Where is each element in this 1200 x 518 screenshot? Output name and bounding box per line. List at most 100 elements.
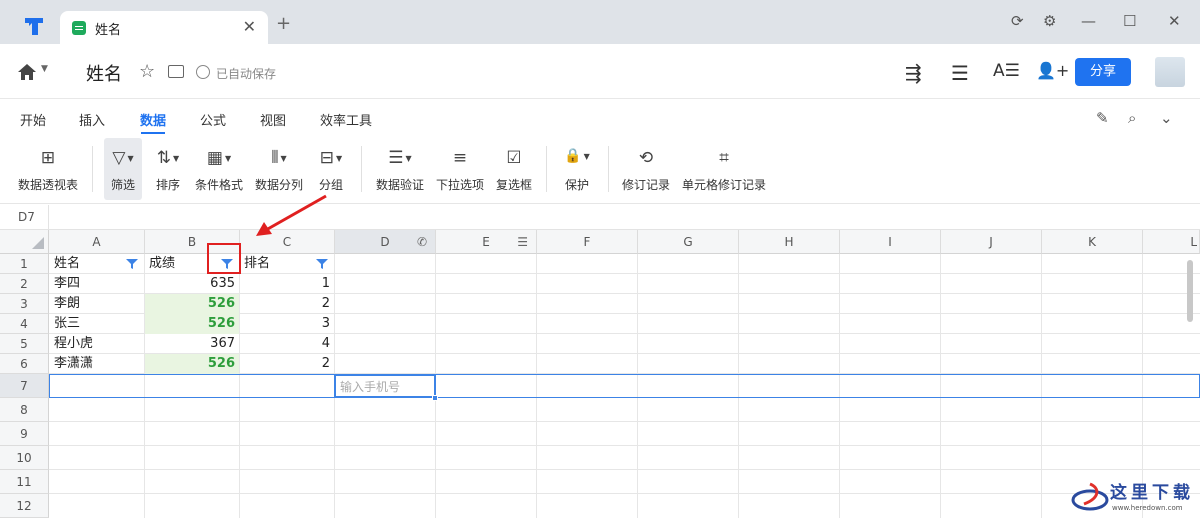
- checkbox-button[interactable]: ☑ 复选框: [493, 138, 535, 200]
- protect-button[interactable]: 🔒 ▼ 保护: [557, 138, 597, 200]
- tab-efficiency-tools[interactable]: 效率工具: [320, 110, 372, 129]
- share-button[interactable]: 分享: [1075, 58, 1131, 86]
- column-header-d[interactable]: D ✆: [335, 230, 436, 254]
- rank-cell[interactable]: 3: [240, 314, 334, 334]
- row-header-4[interactable]: 4: [0, 314, 49, 334]
- row-header-8[interactable]: 8: [0, 398, 49, 422]
- history-icon: ⟲: [638, 148, 654, 168]
- column-header-j[interactable]: J: [941, 230, 1042, 254]
- row-header-6[interactable]: 6: [0, 354, 49, 374]
- add-collaborator-icon[interactable]: 👤+: [1036, 61, 1069, 80]
- rank-cell[interactable]: 1: [240, 274, 334, 294]
- data-validation-button[interactable]: ☰ ▼ 数据验证: [372, 138, 428, 200]
- watermark: 这里下载 www.heredown.com: [1070, 476, 1195, 516]
- row-header-7[interactable]: 7: [0, 374, 49, 398]
- menu-icon[interactable]: ☰: [951, 61, 969, 85]
- tab-insert[interactable]: 插入: [79, 110, 105, 129]
- column-header-l[interactable]: L: [1143, 230, 1200, 254]
- name-cell[interactable]: 李四: [50, 274, 144, 294]
- active-cell[interactable]: 输入手机号: [334, 374, 436, 398]
- score-cell-highlighted[interactable]: 526: [145, 294, 239, 314]
- new-tab-button[interactable]: +: [276, 15, 291, 33]
- row-header-5[interactable]: 5: [0, 334, 49, 354]
- close-window-button[interactable]: ✕: [1168, 12, 1181, 30]
- spreadsheet-grid[interactable]: A B C D ✆ E ☰ F G H I J K L 1 2 3 4 5 6 …: [0, 230, 1200, 518]
- gridline: [49, 445, 1200, 446]
- name-cell[interactable]: 张三: [50, 314, 144, 334]
- row-header-11[interactable]: 11: [0, 470, 49, 494]
- move-to-folder-icon[interactable]: [168, 65, 184, 78]
- name-cell[interactable]: 程小虎: [50, 334, 144, 354]
- cell-reference[interactable]: D7: [18, 210, 35, 224]
- filter-icon[interactable]: [126, 258, 138, 270]
- pivot-table-button[interactable]: ⊞ 数据透视表: [14, 138, 82, 200]
- column-menu-icon[interactable]: ☰: [517, 230, 528, 254]
- dropdown-options-button[interactable]: ≡ 下拉选项: [433, 138, 487, 200]
- score-cell-highlighted[interactable]: 526: [145, 354, 239, 374]
- split-columns-icon: ⫴: [271, 148, 279, 168]
- row-header-1[interactable]: 1: [0, 254, 49, 274]
- search-icon[interactable]: ⌕: [1128, 109, 1136, 127]
- vertical-scrollbar[interactable]: [1187, 260, 1193, 322]
- filter-icon: ▽: [112, 148, 126, 168]
- revision-history-button[interactable]: ⟲ 修订记录: [619, 138, 673, 200]
- row-header-9[interactable]: 9: [0, 422, 49, 446]
- gear-icon[interactable]: ⚙: [1043, 12, 1056, 30]
- rank-cell[interactable]: 2: [240, 294, 334, 314]
- cell-revision-history-button[interactable]: ⌗ 单元格修订记录: [680, 138, 768, 200]
- row-header-12[interactable]: 12: [0, 494, 49, 518]
- rank-cell[interactable]: 4: [240, 334, 334, 354]
- column-header-g[interactable]: G: [638, 230, 739, 254]
- name-cell[interactable]: 李朗: [50, 294, 144, 314]
- watermark-logo: [1071, 482, 1109, 511]
- tab-view[interactable]: 视图: [260, 110, 286, 129]
- conditional-format-button[interactable]: ▦ ▼ 条件格式: [192, 138, 246, 200]
- maximize-button[interactable]: ☐: [1123, 12, 1136, 30]
- column-header-a[interactable]: A: [49, 230, 145, 254]
- watermark-text: 这里下载: [1110, 483, 1194, 503]
- font-settings-icon[interactable]: A☰: [993, 61, 1020, 81]
- app-logo-icon: [25, 18, 43, 35]
- score-cell[interactable]: 635: [145, 274, 239, 294]
- minimize-button[interactable]: —: [1081, 12, 1096, 30]
- tools-icon[interactable]: ⇶: [905, 61, 922, 85]
- filter-highlight-box: [207, 243, 241, 274]
- phone-icon[interactable]: ✆: [417, 230, 427, 254]
- filter-icon[interactable]: [316, 258, 328, 270]
- tab-close-icon[interactable]: ✕: [243, 17, 256, 36]
- tab-data[interactable]: 数据: [140, 110, 166, 129]
- select-all-corner[interactable]: [0, 230, 49, 254]
- filter-button[interactable]: ▽ ▼ 筛选: [104, 138, 142, 200]
- document-title[interactable]: 姓名: [86, 60, 122, 86]
- group-button[interactable]: ⊟ ▼ 分组: [312, 138, 350, 200]
- pen-icon[interactable]: ✎: [1096, 109, 1109, 127]
- row-header-2[interactable]: 2: [0, 274, 49, 294]
- avatar[interactable]: [1155, 57, 1185, 87]
- star-icon[interactable]: ☆: [139, 61, 155, 82]
- column-header-e[interactable]: E ☰: [436, 230, 537, 254]
- sort-button[interactable]: ⇅ ▼ 排序: [149, 138, 187, 200]
- score-cell-highlighted[interactable]: 526: [145, 314, 239, 334]
- collapse-ribbon-icon[interactable]: ⌄: [1160, 109, 1173, 127]
- fill-handle[interactable]: [432, 395, 438, 401]
- row-header-10[interactable]: 10: [0, 446, 49, 470]
- column-header-i[interactable]: I: [840, 230, 941, 254]
- home-icon[interactable]: [17, 63, 37, 81]
- tab-start[interactable]: 开始: [20, 110, 46, 129]
- tab-formula[interactable]: 公式: [200, 110, 226, 129]
- name-cell[interactable]: 李潇潇: [50, 354, 144, 374]
- row-header-3[interactable]: 3: [0, 294, 49, 314]
- column-header-h[interactable]: H: [739, 230, 840, 254]
- refresh-icon[interactable]: ⟳: [1011, 12, 1024, 30]
- column-header-k[interactable]: K: [1042, 230, 1143, 254]
- pivot-table-icon: ⊞: [40, 148, 56, 168]
- formula-bar-divider: [48, 205, 49, 230]
- text-to-columns-button[interactable]: ⫴ ▼ 数据分列: [252, 138, 306, 200]
- score-cell[interactable]: 367: [145, 334, 239, 354]
- chevron-down-icon[interactable]: ▼: [41, 64, 48, 74]
- tab-title: 姓名: [95, 23, 122, 38]
- rank-cell[interactable]: 2: [240, 354, 334, 374]
- column-header-f[interactable]: F: [537, 230, 638, 254]
- document-tab[interactable]: 姓名 ✕: [60, 11, 268, 44]
- cell-history-icon: ⌗: [719, 148, 729, 168]
